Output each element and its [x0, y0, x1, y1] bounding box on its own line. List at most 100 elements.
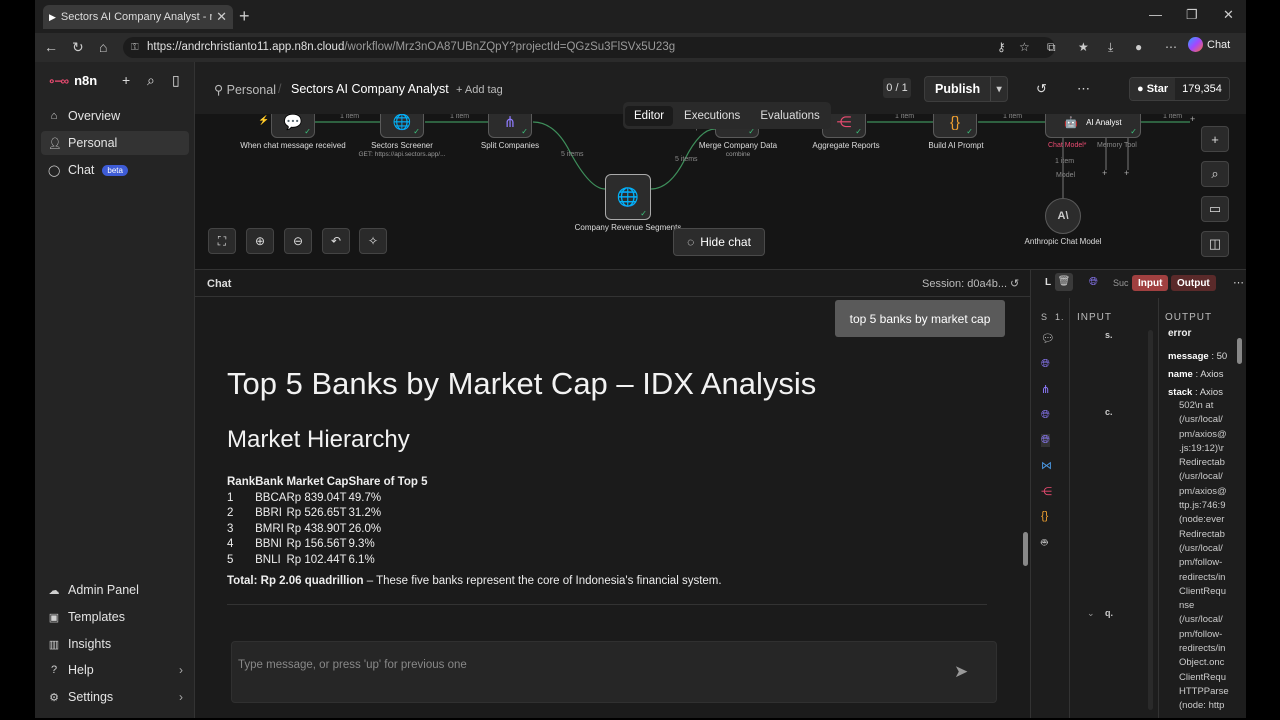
sidebar-item-overview[interactable]: ⌂ Overview	[41, 104, 189, 128]
globe-icon[interactable]: 🌐︎	[1041, 434, 1050, 447]
node-chat-trigger[interactable]: 💬 ✓	[271, 114, 315, 138]
input-scrollbar[interactable]	[1148, 330, 1153, 710]
input-toggle-button[interactable]: Input	[1132, 275, 1169, 291]
workflow-canvas[interactable]: 💬 ✓ ⚡ When chat message received 🌐 ✓ Secto…	[195, 114, 1246, 269]
minimize-icon[interactable]: —	[1149, 7, 1162, 22]
back-icon[interactable]: ←	[44, 39, 58, 55]
session-id[interactable]: Session: d0a4b...	[922, 278, 1007, 290]
sidebar-item-insights[interactable]: ▥ Insights	[41, 632, 189, 656]
profile-icon[interactable]: ●	[1135, 40, 1142, 54]
toggle-panel-button[interactable]: ◫	[1201, 231, 1229, 257]
input-key[interactable]: c.	[1105, 407, 1113, 417]
code-icon[interactable]: {}	[1041, 510, 1048, 522]
collapse-sidebar-icon[interactable]: ▯	[172, 72, 180, 89]
edge-label: 5 items	[675, 156, 698, 163]
output-toggle-button[interactable]: Output	[1171, 275, 1216, 291]
node-build-ai-prompt[interactable]: {} ✓	[933, 114, 977, 138]
stack-line: redirects/in	[1179, 643, 1226, 655]
create-icon[interactable]: +	[122, 72, 130, 88]
sticky-note-button[interactable]: ▭	[1201, 196, 1229, 222]
github-star-button[interactable]: ● Star 179,354	[1129, 77, 1230, 101]
input-section-label: INPUT	[1077, 312, 1112, 323]
publish-button[interactable]: Publish ▾	[924, 76, 1008, 102]
globe-icon[interactable]: 🌐︎	[1041, 358, 1050, 371]
hide-chat-button[interactable]: ◌ Hide chat	[673, 228, 765, 256]
favorites-icon[interactable]: ★	[1078, 40, 1089, 54]
scrollbar-thumb[interactable]	[1023, 532, 1028, 566]
chat-scrollbar[interactable]	[1023, 300, 1028, 620]
merge-icon[interactable]: ⋈	[1041, 459, 1052, 472]
add-node-button[interactable]: +	[1201, 126, 1229, 152]
window-close-icon[interactable]: ✕	[1223, 7, 1234, 23]
bookmark-star-icon[interactable]: ☆	[1019, 40, 1030, 54]
chevron-down-icon[interactable]: ▾	[990, 77, 1007, 101]
sidebar-item-chat[interactable]: ◯ Chat beta	[41, 158, 189, 182]
total-text: – These five banks represent the core of…	[363, 575, 722, 587]
menu-dots-icon[interactable]: ⋯	[1165, 40, 1177, 54]
node-sectors-screener[interactable]: 🌐 ✓	[380, 114, 424, 138]
copilot-chat-button[interactable]: Chat	[1188, 37, 1230, 52]
close-icon[interactable]: ✕	[216, 9, 227, 25]
sidebar-item-templates[interactable]: ▣ Templates	[41, 605, 189, 629]
sidebar-item-help[interactable]: ? Help ›	[41, 658, 189, 682]
url-field[interactable]: ⚿ https://andrchristianto11.app.n8n.clou…	[123, 37, 1055, 58]
browser-tab[interactable]: ▶ Sectors AI Company Analyst - n8n ✕	[43, 5, 233, 29]
more-options-icon[interactable]: ⋯	[1233, 276, 1244, 289]
node-company-revenue-segments[interactable]: 🌐 ✓	[605, 174, 651, 220]
tab-evaluations[interactable]: Evaluations	[751, 106, 828, 126]
breadcrumb-project-label: Personal	[226, 83, 276, 97]
breadcrumb-project[interactable]: ⚲ Personal	[214, 82, 276, 97]
workflow-name[interactable]: Sectors AI Company Analyst	[291, 82, 449, 96]
undo-button[interactable]: ↶	[322, 228, 350, 254]
sidebar-item-settings[interactable]: ⚙ Settings ›	[41, 685, 189, 709]
tidy-up-button[interactable]: ✧	[359, 228, 387, 254]
zoom-in-button[interactable]: ⊕	[246, 228, 274, 254]
search-icon[interactable]: ⌕	[147, 72, 155, 89]
input-key[interactable]: s.	[1105, 330, 1113, 340]
trash-icon[interactable]: 🗑︎	[1055, 273, 1073, 291]
add-tag-button[interactable]: + Add tag	[456, 84, 503, 96]
maximize-icon[interactable]: ❐	[1186, 7, 1198, 23]
chat-input[interactable]	[238, 656, 938, 674]
download-icon[interactable]: ⤓	[1108, 40, 1113, 55]
home-nav-icon[interactable]: ⌂	[99, 39, 107, 55]
chat-icon[interactable]: 💬︎	[1041, 332, 1055, 345]
reset-session-icon[interactable]: ↺	[1010, 277, 1019, 290]
search-nodes-button[interactable]: ⌕	[1201, 161, 1229, 187]
add-node-icon[interactable]: +	[1190, 114, 1195, 124]
node-anthropic-chat-model[interactable]: A\	[1045, 198, 1081, 234]
add-tool-icon[interactable]: +	[1124, 168, 1129, 178]
add-memory-icon[interactable]: +	[1102, 168, 1107, 178]
reload-icon[interactable]: ↻	[72, 39, 84, 56]
edge-label: Tool	[1124, 142, 1137, 149]
robot-icon[interactable]: 🤖︎	[1041, 536, 1048, 551]
sidebar-item-admin-panel[interactable]: ☁ Admin Panel	[41, 578, 189, 602]
aggregate-icon[interactable]: ⋲	[1041, 485, 1052, 498]
extensions-icon[interactable]: ⧉	[1047, 40, 1056, 55]
n8n-logo[interactable]: ∘−∞ n8n	[48, 73, 97, 88]
chat-title: Chat	[207, 278, 232, 290]
more-options-icon[interactable]: ⋯	[1077, 81, 1090, 97]
node-split-companies[interactable]: ⋔ ✓	[488, 114, 532, 138]
table-row: 1 BBCA Rp 839.04T 49.7%	[227, 490, 427, 506]
url-host: https://andrchristianto11.app.n8n.cloud	[147, 41, 345, 53]
site-info-icon[interactable]: ⚿	[131, 37, 139, 58]
globe-icon[interactable]: 🌐︎	[1041, 409, 1050, 422]
sidebar-item-personal[interactable]: 👤︎ Personal	[41, 131, 189, 155]
chevron-down-icon[interactable]: ⌄	[1087, 608, 1095, 619]
new-tab-icon[interactable]: +	[239, 6, 250, 27]
check-icon: ✓	[413, 127, 420, 136]
history-icon[interactable]: ↺	[1036, 81, 1047, 97]
fit-view-button[interactable]: ⛶	[208, 228, 236, 254]
zoom-out-button[interactable]: ⊖	[284, 228, 312, 254]
split-icon[interactable]: ⋔	[1041, 383, 1050, 396]
output-scrollbar-thumb[interactable]	[1237, 338, 1242, 364]
input-key[interactable]: q.	[1105, 608, 1113, 618]
tab-executions[interactable]: Executions	[675, 106, 749, 126]
tab-editor[interactable]: Editor	[625, 105, 674, 126]
browser-window: ▶ Sectors AI Company Analyst - n8n ✕ + —…	[35, 0, 1246, 718]
tab-bar: ▶ Sectors AI Company Analyst - n8n ✕ + —…	[35, 0, 1246, 33]
key-icon[interactable]: ⚷	[997, 40, 1006, 54]
send-icon[interactable]: ➤	[954, 662, 968, 682]
node-ai-analyst[interactable]: 🤖 AI Analyst ✓	[1045, 114, 1141, 138]
